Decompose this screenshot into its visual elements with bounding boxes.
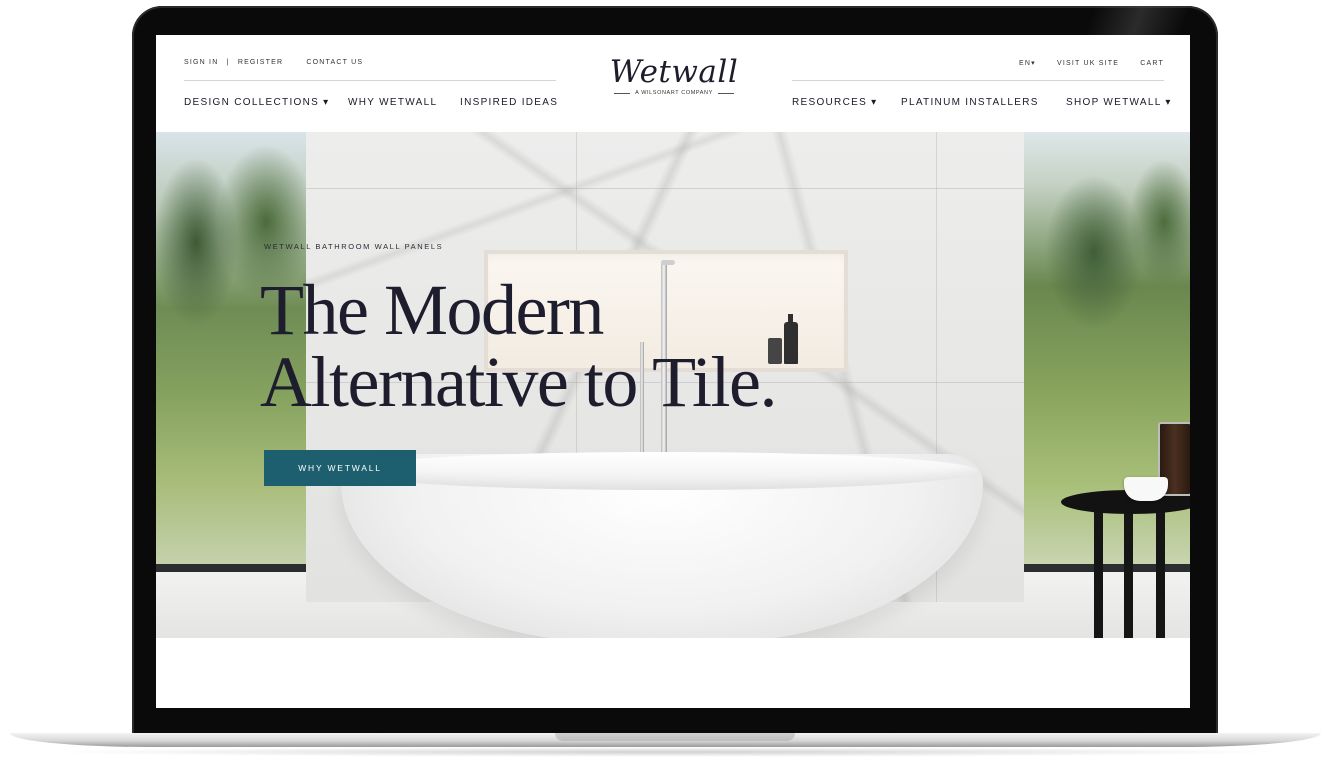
side-table-leg [1156,504,1165,638]
hero-headline-line2: Alternative to Tile. [260,342,777,422]
register-link[interactable]: REGISTER [238,59,283,66]
logo-tagline-text: A WILSONART COMPANY [635,90,713,96]
laptop-shadow [40,747,1290,757]
nav-platinum-installers[interactable]: PLATINUM INSTALLERS [901,97,1039,108]
tagline-rule-right [717,92,734,94]
hero-eyebrow: WETWALL BATHROOM WALL PANELS [264,242,444,251]
hero-banner: WETWALL BATHROOM WALL PANELS The Modern … [156,132,1190,638]
faucet-spout [661,260,675,265]
nav-design-collections[interactable]: DESIGN COLLECTIONS ▾ [184,97,330,108]
sign-in-link[interactable]: SIGN IN [184,59,218,66]
site-header: SIGN IN | REGISTER CONTACT US EN▾ VISIT … [156,35,1190,132]
contact-us-link[interactable]: CONTACT US [306,59,363,66]
laptop-notch [555,733,795,741]
nav-resources[interactable]: RESOURCES ▾ [792,97,877,108]
panel-seam [306,188,1024,189]
hero-headline-line1: The Modern [260,270,604,350]
coffee-cup [1124,477,1168,501]
site-logo[interactable]: Wetwall A WILSONART COMPANY [604,55,744,96]
logo-tagline: A WILSONART COMPANY [604,90,744,96]
utility-nav-left: SIGN IN | REGISTER CONTACT US [184,59,368,66]
side-table-leg [1124,504,1133,638]
side-table-leg [1094,504,1103,638]
tagline-rule-left [614,92,631,94]
nav-inspired-ideas[interactable]: INSPIRED IDEAS [460,97,558,108]
lid-glare [1038,6,1218,36]
visit-uk-site-link[interactable]: VISIT UK SITE [1057,60,1119,67]
utility-nav-right: EN▾ VISIT UK SITE CART [1001,59,1164,67]
nav-shop-wetwall[interactable]: SHOP WETWALL ▾ [1066,97,1172,108]
utility-divider: | [226,59,230,66]
logo-wordmark: Wetwall [609,54,739,90]
why-wetwall-button[interactable]: WHY WETWALL [264,450,416,486]
header-divider-left [184,80,556,81]
language-selector[interactable]: EN▾ [1019,60,1036,67]
cart-link[interactable]: CART [1140,60,1164,67]
header-divider-right [792,80,1164,81]
hero-headline: The Modern Alternative to Tile. [260,274,820,418]
browser-viewport: SIGN IN | REGISTER CONTACT US EN▾ VISIT … [156,35,1190,708]
nav-why-wetwall[interactable]: WHY WETWALL [348,97,437,108]
bathtub-rim [346,452,978,490]
